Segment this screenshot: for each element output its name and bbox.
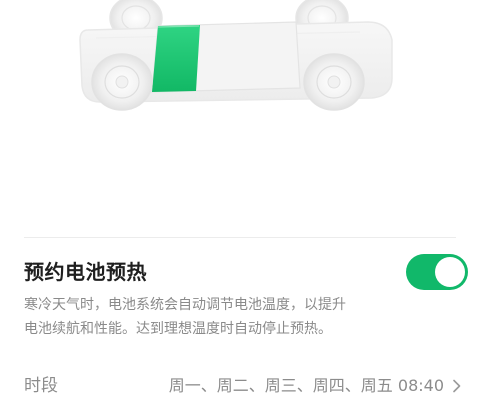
chevron-right-icon [453, 379, 461, 393]
schedule-value: 周一、周二、周三、周四、周五 08:40 [168, 376, 444, 395]
preheat-description: 寒冷天气时，电池系统会自动调节电池温度，以提升 电池续航和性能。达到理想温度时自… [24, 293, 420, 341]
section-divider [24, 237, 456, 238]
preheat-setting-row: 预约电池预热 [24, 252, 468, 296]
battery-charge-level [152, 25, 200, 92]
battery-preheat-page: 预约电池预热 寒冷天气时，电池系统会自动调节电池温度，以提升 电池续航和性能。达… [0, 0, 480, 418]
description-line: 寒冷天气时，电池系统会自动调节电池温度，以提升 [24, 297, 346, 313]
schedule-row[interactable]: 时段 周一、周二、周三、周四、周五 08:40 [24, 372, 462, 400]
wheel-bottom-left [91, 53, 153, 111]
preheat-title: 预约电池预热 [24, 260, 147, 284]
schedule-label: 时段 [24, 376, 58, 396]
car-battery-illustration [0, 0, 480, 200]
preheat-toggle[interactable] [406, 254, 468, 290]
wheel-bottom-right [303, 53, 365, 111]
description-line: 电池续航和性能。达到理想温度时自动停止预热。 [24, 321, 332, 337]
toggle-knob [435, 257, 465, 287]
